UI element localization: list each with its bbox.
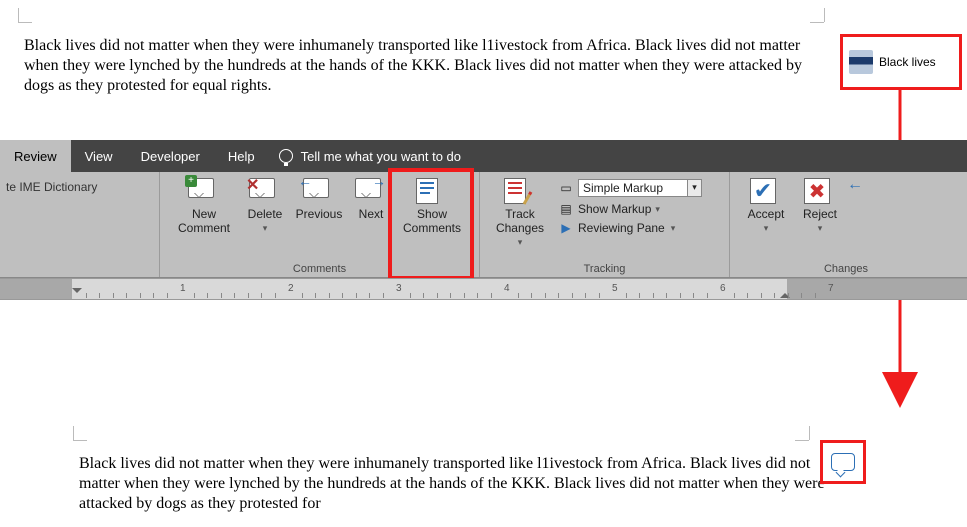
comment-author-avatar: [849, 50, 873, 74]
ruler-number: 7: [828, 283, 834, 294]
tell-me-search[interactable]: Tell me what you want to do: [269, 140, 461, 172]
x-icon: ✖: [809, 179, 826, 204]
ime-group: te IME Dictionary: [0, 172, 160, 277]
ruler-number: 2: [288, 283, 294, 294]
horizontal-ruler[interactable]: 1 2 3 4 5 6 7: [0, 278, 967, 300]
document-paragraph-bottom[interactable]: Black lives did not matter when they wer…: [79, 454, 829, 514]
right-indent-marker[interactable]: [780, 288, 790, 298]
chevron-down-icon[interactable]: ▾: [688, 179, 702, 197]
tab-review[interactable]: Review: [0, 140, 71, 172]
reject-button[interactable]: ✖ Reject ▾: [794, 176, 846, 234]
comment-bubble-expanded[interactable]: Black lives: [840, 34, 962, 90]
plus-icon: +: [185, 175, 197, 187]
comment-indicator-collapsed[interactable]: [820, 440, 866, 484]
comment-preview-text: Black lives: [879, 55, 936, 69]
show-comments-label: Show Comments: [394, 208, 470, 236]
reject-label: Reject: [803, 208, 837, 222]
group-tracking: Track Changes ▾ ▭ Simple Markup▾ ▤ Show …: [480, 172, 730, 277]
track-changes-label: Track Changes: [488, 208, 552, 236]
ime-dictionary-label[interactable]: te IME Dictionary: [6, 180, 97, 194]
group-changes-label: Changes: [738, 259, 872, 277]
crop-mark: [809, 426, 810, 440]
tell-me-placeholder: Tell me what you want to do: [301, 149, 461, 164]
ruler-number: 4: [504, 283, 510, 294]
reviewing-pane-dropdown[interactable]: ▶ Reviewing Pane ▾: [556, 220, 704, 236]
checkmark-icon: ✔: [754, 178, 772, 204]
group-comments: + New Comment ✕ Delete ▾ ← Previous → Ne…: [160, 172, 480, 277]
reviewing-pane-label: Reviewing Pane: [578, 221, 665, 235]
previous-comment-button[interactable]: ← Previous: [290, 176, 348, 222]
document-icon: ▤: [558, 202, 574, 216]
crop-mark: [810, 22, 824, 23]
tab-view[interactable]: View: [71, 140, 127, 172]
previous-comment-label: Previous: [296, 208, 343, 222]
next-comment-label: Next: [359, 208, 384, 222]
markup-icon: ▭: [558, 181, 574, 195]
chevron-down-icon: ▾: [263, 223, 268, 234]
ruler-number: 5: [612, 283, 618, 294]
group-changes: ✔ Accept ▾ ✖ Reject ▾ ← Changes: [730, 172, 880, 277]
chevron-down-icon: ▾: [671, 223, 676, 234]
show-markup-dropdown[interactable]: ▤ Show Markup ▾: [556, 201, 704, 217]
pane-icon: ▶: [558, 221, 574, 235]
ribbon-body: te IME Dictionary + New Comment ✕ Delete…: [0, 172, 967, 278]
tab-developer[interactable]: Developer: [127, 140, 214, 172]
track-changes-button[interactable]: Track Changes ▾: [488, 176, 552, 248]
group-tracking-label: Tracking: [488, 259, 721, 277]
first-line-indent-marker[interactable]: [72, 288, 82, 298]
accept-button[interactable]: ✔ Accept ▾: [738, 176, 794, 234]
ruler-left-margin: [0, 279, 72, 299]
document-paragraph-top[interactable]: Black lives did not matter when they wer…: [24, 36, 824, 96]
crop-mark: [824, 8, 825, 22]
crop-mark: [18, 22, 32, 23]
accept-label: Accept: [748, 208, 785, 222]
next-change-arrow[interactable]: ←: [846, 176, 864, 194]
crop-mark: [18, 8, 19, 22]
group-comments-label: Comments: [168, 259, 471, 277]
show-markup-label: Show Markup: [578, 202, 651, 216]
arrow-right-icon: →: [372, 173, 386, 189]
new-comment-label: New Comment: [168, 208, 240, 236]
chevron-down-icon: ▾: [764, 223, 769, 234]
arrow-left-icon: ←: [298, 173, 312, 189]
display-for-review-dropdown[interactable]: ▭ Simple Markup▾: [556, 178, 704, 198]
ruler-number: 6: [720, 283, 726, 294]
delete-comment-label: Delete: [248, 208, 283, 222]
crop-mark: [795, 440, 809, 441]
ruler-number: 3: [396, 283, 402, 294]
delete-comment-button[interactable]: ✕ Delete ▾: [240, 176, 290, 234]
speech-bubble-icon: [831, 453, 855, 471]
x-icon: ✕: [246, 175, 259, 195]
ribbon: Review View Developer Help Tell me what …: [0, 140, 967, 300]
lightbulb-icon: [279, 149, 293, 163]
tab-help[interactable]: Help: [214, 140, 269, 172]
crop-mark: [73, 440, 87, 441]
crop-mark: [73, 426, 74, 440]
show-comments-button[interactable]: Show Comments: [394, 176, 470, 236]
new-comment-button[interactable]: + New Comment: [168, 176, 240, 236]
chevron-down-icon: ▾: [655, 204, 660, 215]
chevron-down-icon: ▾: [818, 223, 823, 234]
ruler-number: 1: [180, 283, 186, 294]
display-for-review-value: Simple Markup: [578, 179, 688, 197]
ribbon-tabstrip: Review View Developer Help Tell me what …: [0, 140, 967, 172]
chevron-down-icon: ▾: [518, 237, 523, 248]
next-comment-button[interactable]: → Next: [348, 176, 394, 222]
